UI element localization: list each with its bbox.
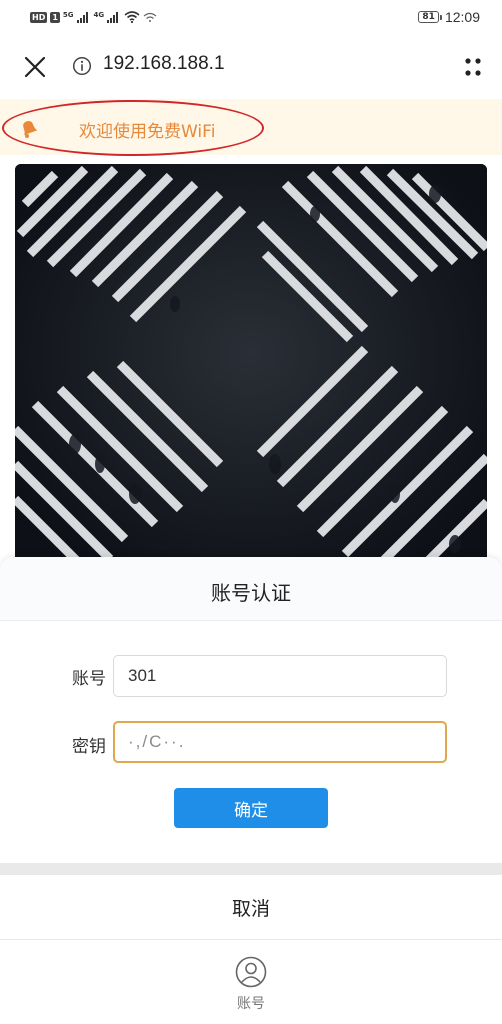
account-label: 账号 xyxy=(72,669,106,689)
sheet-title: 账号认证 xyxy=(211,581,291,605)
url-text[interactable]: 192.168.188.1 xyxy=(103,53,225,75)
site-info-button[interactable] xyxy=(72,56,92,76)
password-field[interactable]: ·,/C··. xyxy=(113,721,447,763)
cancel-button[interactable]: 取消 xyxy=(0,875,502,939)
more-dots-icon xyxy=(465,58,481,76)
hotspot-icon xyxy=(143,12,157,22)
notice-text: 欢迎使用免费WiFi xyxy=(79,122,216,142)
crosswalk-photo xyxy=(15,164,487,584)
signal-icon xyxy=(76,11,88,23)
banner-image xyxy=(15,164,487,584)
password-value: ·,/C··. xyxy=(128,732,186,751)
sim-slot-badge: 1 xyxy=(50,11,60,23)
signal-icon xyxy=(107,11,119,23)
more-options-button[interactable] xyxy=(458,52,488,82)
status-left-icons: HD 1 5G 4G xyxy=(30,11,157,23)
battery-icon: 81 xyxy=(418,11,442,23)
hd-badge: HD xyxy=(30,11,48,23)
account-field[interactable]: 301 xyxy=(113,655,447,697)
bell-icon xyxy=(23,120,38,138)
status-bar: HD 1 5G 4G 81 12:09 xyxy=(0,0,502,34)
tab-account-label: 账号 xyxy=(237,996,265,1012)
tab-account[interactable]: 账号 xyxy=(212,953,290,1015)
notice-bar xyxy=(0,99,502,155)
account-value: 301 xyxy=(128,666,157,685)
status-right: 81 12:09 xyxy=(418,9,480,25)
user-circle-icon xyxy=(235,956,267,988)
network-type-1: 5G xyxy=(62,11,74,19)
clock: 12:09 xyxy=(444,9,480,25)
password-label: 密钥 xyxy=(72,737,106,757)
divider xyxy=(0,939,502,940)
close-button[interactable] xyxy=(20,52,50,82)
wifi-icon xyxy=(124,11,140,23)
browser-toolbar: 192.168.188.1 xyxy=(0,40,502,92)
confirm-button[interactable]: 确定 xyxy=(174,788,328,828)
info-icon xyxy=(72,56,92,76)
auth-sheet: 账号认证 账号 301 密钥 ·,/C··. 确定 取消 账号 xyxy=(0,557,502,1024)
divider xyxy=(0,620,502,621)
divider xyxy=(0,863,502,875)
close-icon xyxy=(24,56,46,78)
network-type-2: 4G xyxy=(93,11,105,19)
